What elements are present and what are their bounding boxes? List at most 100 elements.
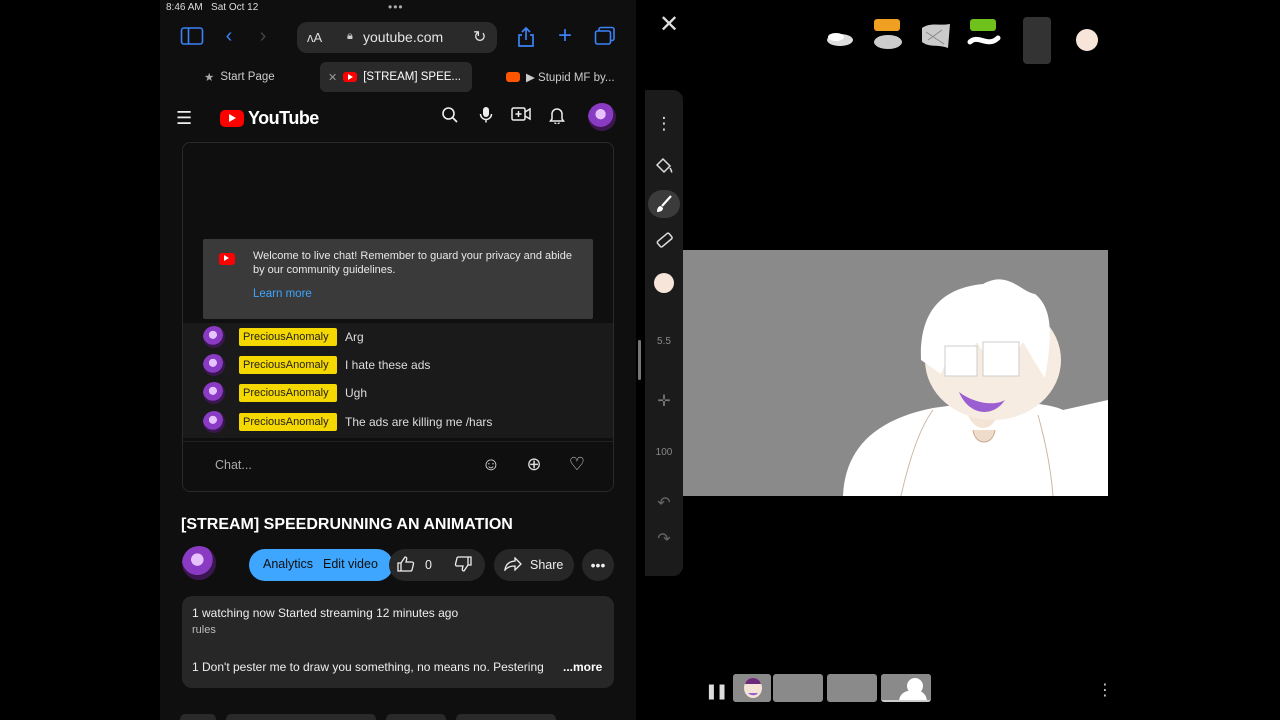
chat-avatar[interactable] <box>203 382 225 404</box>
share-label: Share <box>530 558 564 572</box>
more-vertical-icon[interactable]: ⋮ <box>648 110 680 138</box>
undo-icon[interactable]: ↶ <box>648 490 680 518</box>
chat-message: PreciousAnomaly I hate these ads <box>203 353 430 377</box>
create-video-icon[interactable] <box>510 106 532 127</box>
emoji-icon[interactable]: ☺ <box>480 454 502 475</box>
forward-icon[interactable]: › <box>251 26 275 50</box>
brush-preset-green-icon[interactable] <box>966 18 1002 52</box>
chat-author[interactable]: PreciousAnomaly <box>239 384 337 402</box>
heart-icon[interactable]: ♡ <box>566 454 588 475</box>
show-more-link[interactable]: ...more <box>563 660 602 674</box>
soundcloud-favicon-icon <box>506 72 520 82</box>
brush-preset-texture-icon[interactable] <box>918 18 954 52</box>
channel-avatar[interactable] <box>182 546 216 580</box>
tab-start-page[interactable]: ★ Start Page <box>204 62 275 92</box>
current-color-dot <box>654 272 674 293</box>
tool-sidebar: ⋮ 5.5 ✛ 100 ↶ ↷ <box>645 90 683 576</box>
tab-label: [STREAM] SPEE... <box>363 71 461 83</box>
drawing-canvas[interactable] <box>683 250 1108 496</box>
color-swatch[interactable] <box>648 268 680 296</box>
new-tab-icon[interactable]: + <box>553 24 577 50</box>
tab-label: ▶ Stupid MF by... <box>526 72 615 84</box>
share-icon[interactable] <box>514 26 538 50</box>
frame-thumbnail[interactable] <box>773 674 823 702</box>
pause-icon[interactable]: ❚❚ <box>705 682 728 700</box>
frame-timeline: ❚❚ ⋮ <box>701 672 1121 706</box>
chat-author[interactable]: PreciousAnomaly <box>239 413 337 431</box>
chat-message: PreciousAnomaly Ugh <box>203 381 367 405</box>
like-count: 0 <box>425 558 432 572</box>
chip[interactable] <box>226 714 376 720</box>
microphone-icon[interactable] <box>475 106 497 129</box>
tab-stream[interactable]: ✕ [STREAM] SPEE... <box>320 62 472 92</box>
chat-text: Ugh <box>345 386 368 400</box>
video-description[interactable]: 1 watching now Started streaming 12 minu… <box>182 596 614 688</box>
chat-message: PreciousAnomaly The ads are killing me /… <box>203 410 492 434</box>
brush-tool-icon[interactable] <box>648 190 680 218</box>
account-avatar[interactable] <box>588 103 616 131</box>
welcome-text: Welcome to live chat! Remember to guard … <box>253 250 572 276</box>
analytics-button[interactable]: Analytics <box>263 557 313 571</box>
chat-author[interactable]: PreciousAnomaly <box>239 328 337 346</box>
brush-preset-orange-icon[interactable] <box>870 18 906 52</box>
opacity-value[interactable]: 100 <box>648 447 680 458</box>
like-icon[interactable] <box>397 555 415 575</box>
star-icon: ★ <box>204 72 215 84</box>
bottom-chips <box>180 714 556 720</box>
eraser-icon[interactable] <box>648 226 680 254</box>
color-picker-swatch[interactable] <box>1076 29 1098 51</box>
live-chat-panel: Welcome to live chat! Remember to guard … <box>182 142 614 492</box>
watching-info: 1 watching now Started streaming 12 minu… <box>192 606 459 620</box>
back-icon[interactable]: ‹ <box>217 26 241 50</box>
edit-video-button[interactable]: Edit video <box>323 557 378 571</box>
chat-avatar[interactable] <box>203 354 225 376</box>
transform-move-icon[interactable]: ✛ <box>648 388 680 416</box>
brush-preset-soft-icon[interactable] <box>822 18 858 52</box>
frame-thumbnail[interactable] <box>827 674 877 702</box>
chip[interactable] <box>456 714 556 720</box>
sidebar-toggle-icon[interactable] <box>180 26 204 50</box>
fill-bucket-icon[interactable] <box>648 152 680 180</box>
timeline-more-icon[interactable]: ⋮ <box>1097 680 1113 700</box>
close-icon[interactable]: ✕ <box>659 10 679 39</box>
multitasking-dots-icon[interactable]: ••• <box>388 0 404 14</box>
chat-author[interactable]: PreciousAnomaly <box>239 356 337 374</box>
frame-thumbnail-current[interactable] <box>881 674 931 702</box>
notifications-icon[interactable] <box>546 106 568 129</box>
chat-avatar[interactable] <box>203 326 225 348</box>
text-size-button[interactable]: ʌA <box>307 30 322 45</box>
frame-thumbnail[interactable] <box>733 674 771 702</box>
youtube-logo[interactable]: YouTube <box>220 108 319 129</box>
share-button[interactable]: Share <box>494 549 574 581</box>
redo-icon[interactable]: ↷ <box>648 526 680 554</box>
dislike-icon[interactable] <box>454 555 472 575</box>
tab-overview-icon[interactable] <box>593 26 617 50</box>
chat-avatar[interactable] <box>203 411 225 433</box>
search-icon[interactable] <box>439 106 461 129</box>
chat-input[interactable]: Chat... <box>215 458 252 472</box>
chat-text: Arg <box>345 330 364 344</box>
tab-music[interactable]: ▶ Stupid MF by... <box>506 62 615 92</box>
lock-icon: 🔒︎ <box>347 30 353 42</box>
chat-messages: PreciousAnomaly Arg PreciousAnomaly I ha… <box>183 323 613 438</box>
description-line: 1 Don't pester me to draw you something,… <box>192 660 544 674</box>
chat-input-row: Chat... ☺ ⊕ ♡ <box>183 441 613 491</box>
close-tab-icon[interactable]: ✕ <box>328 71 337 84</box>
layers-button[interactable] <box>1023 17 1051 64</box>
tab-label: Start Page <box>220 71 275 83</box>
reload-icon[interactable]: ↻ <box>473 27 486 47</box>
split-view-divider[interactable] <box>638 340 641 380</box>
chip[interactable] <box>386 714 446 720</box>
url-text[interactable]: youtube.com <box>363 29 443 45</box>
address-bar[interactable]: ʌA 🔒︎ youtube.com ↻ <box>297 22 497 53</box>
youtube-logo-icon <box>220 110 244 127</box>
status-date: Sat Oct 12 <box>211 2 259 13</box>
chip[interactable] <box>180 714 216 720</box>
youtube-favicon-icon <box>343 72 358 82</box>
more-actions-icon[interactable]: ••• <box>582 549 614 581</box>
menu-icon[interactable]: ☰ <box>176 108 192 129</box>
learn-more-link[interactable]: Learn more <box>253 288 312 300</box>
safari-window: 8:46 AM Sat Oct 12 ••• ‹ › ʌA 🔒︎ youtube… <box>160 0 636 720</box>
add-icon[interactable]: ⊕ <box>523 454 545 475</box>
brush-size-value[interactable]: 5.5 <box>648 336 680 347</box>
